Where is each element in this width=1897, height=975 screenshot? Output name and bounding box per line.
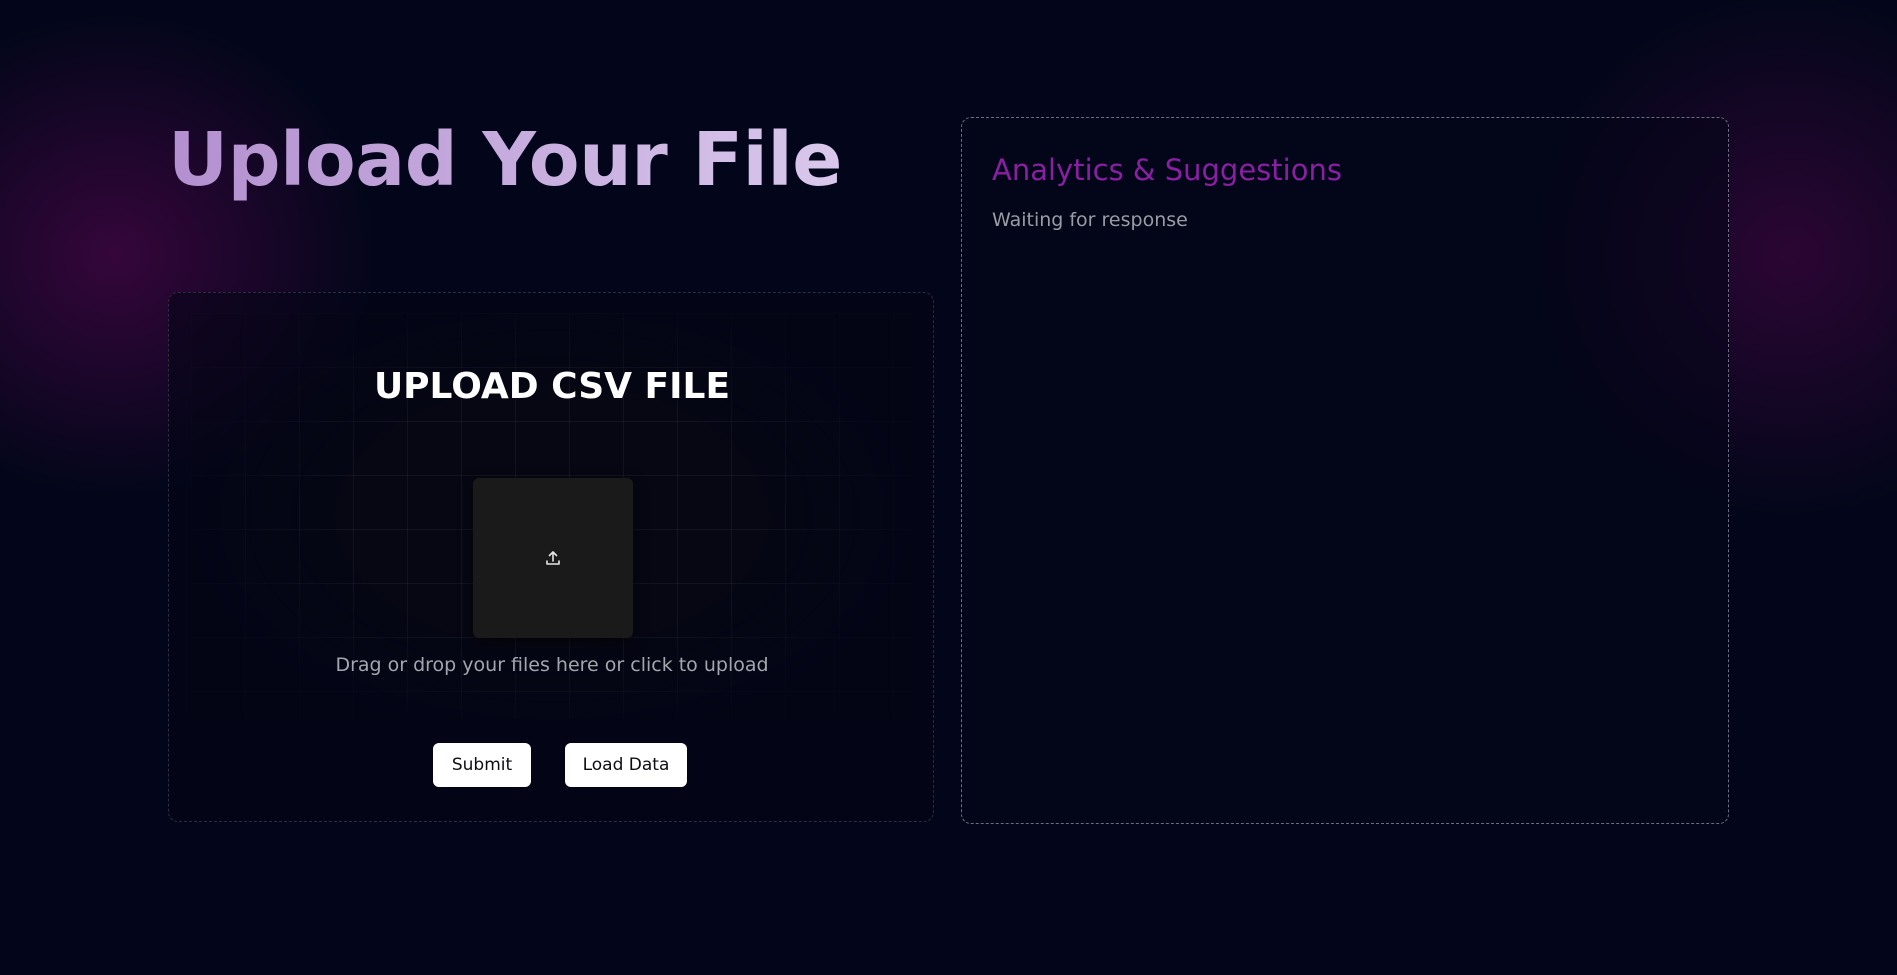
upload-card: UPLOAD CSV FILE Drag or drop your files …: [168, 292, 934, 822]
page-title: Upload Your File: [168, 112, 842, 208]
upload-icon: [544, 549, 562, 567]
upload-file-button[interactable]: [473, 478, 633, 638]
submit-button[interactable]: Submit: [433, 743, 531, 787]
analytics-panel: Analytics & Suggestions Waiting for resp…: [961, 117, 1729, 824]
analytics-status: Waiting for response: [992, 209, 1188, 231]
analytics-title: Analytics & Suggestions: [992, 153, 1342, 187]
load-data-button[interactable]: Load Data: [565, 743, 687, 787]
upload-heading: UPLOAD CSV FILE: [373, 366, 731, 407]
upload-hint: Drag or drop your files here or click to…: [335, 654, 769, 676]
page: Upload Your File UPLOAD CSV FILE Drag or…: [0, 0, 1897, 975]
